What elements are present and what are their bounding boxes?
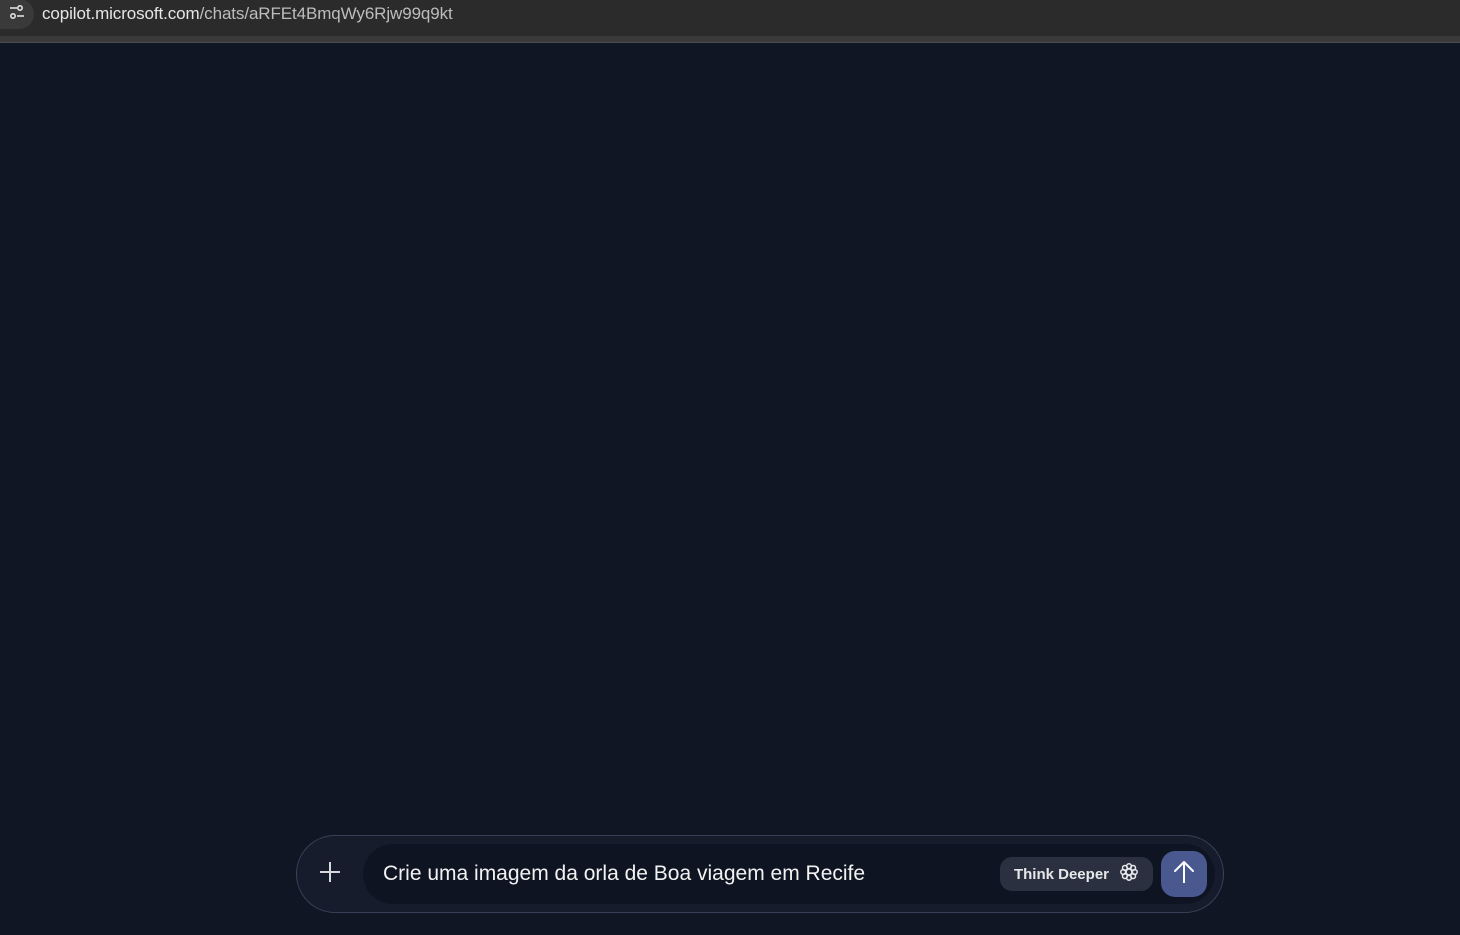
message-input[interactable]: Crie uma imagem da orla de Boa viagem em… — [383, 862, 1000, 886]
send-button[interactable] — [1161, 851, 1207, 897]
think-deeper-label: Think Deeper — [1013, 865, 1109, 883]
url-host: copilot.microsoft.com — [42, 4, 200, 23]
browser-divider — [0, 36, 1460, 43]
url-field[interactable]: copilot.microsoft.com/chats/aRFEt4BmqWy6… — [42, 4, 453, 24]
add-attachment-button[interactable] — [297, 836, 363, 912]
gear-icon — [1119, 862, 1139, 886]
plus-icon — [318, 860, 342, 889]
think-deeper-button[interactable]: Think Deeper — [999, 857, 1153, 891]
browser-address-bar: copilot.microsoft.com/chats/aRFEt4BmqWy6… — [0, 0, 1460, 36]
arrow-up-icon — [1172, 859, 1196, 890]
chat-composer: Crie uma imagem da orla de Boa viagem em… — [296, 835, 1224, 913]
url-path: /chats/aRFEt4BmqWy6Rjw99q9kt — [199, 4, 453, 23]
chat-area — [0, 43, 1460, 935]
message-input-container: Crie uma imagem da orla de Boa viagem em… — [363, 844, 1215, 904]
tune-icon — [8, 4, 26, 25]
site-info-button[interactable] — [0, 0, 34, 29]
